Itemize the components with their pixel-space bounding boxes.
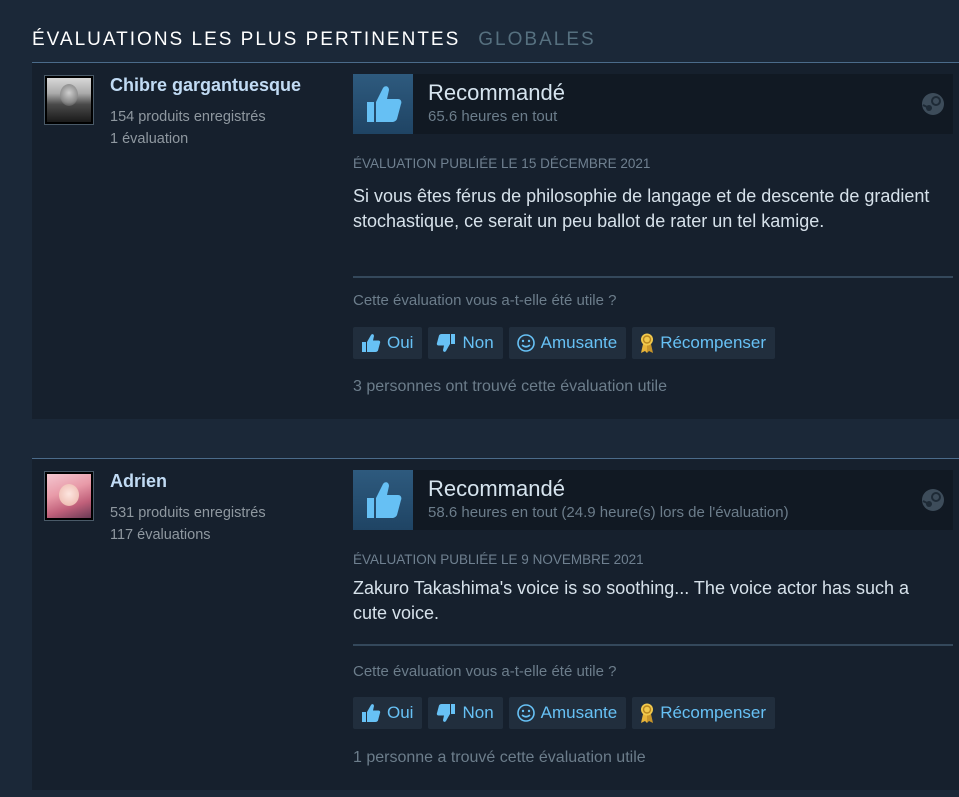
thumbs-up-icon [362, 334, 381, 352]
review-verdict: Recommandé [428, 80, 565, 105]
review-content: Si vous êtes férus de philosophie de lan… [353, 186, 930, 231]
award-button[interactable]: Récompenser [632, 327, 776, 359]
smiley-icon [516, 704, 535, 722]
review-card: Chibre gargantuesque 154 produits enregi… [32, 62, 959, 419]
posted-date: Évaluation publiée le 15 décembre 2021 [353, 156, 651, 171]
steam-logo-icon [922, 489, 944, 511]
section-title: Évaluations les plus pertinentes [32, 29, 461, 50]
divider [353, 276, 953, 278]
author-name[interactable]: Chibre gargantuesque [110, 75, 301, 96]
author-name[interactable]: Adrien [110, 471, 167, 492]
author-meta: 531 produits enregistrés 117 évaluations [110, 502, 266, 546]
avatar[interactable] [44, 75, 94, 125]
avatar-image [47, 78, 91, 122]
hours-played: 58.6 heures en tout (24.9 heure(s) lors … [428, 504, 789, 521]
author-products-count[interactable]: 531 produits enregistrés [110, 502, 266, 524]
vote-funny-label: Amusante [540, 703, 618, 722]
vote-header[interactable]: Recommandé 65.6 heures en tout [353, 74, 953, 134]
vote-no-button[interactable]: Non [428, 327, 503, 359]
section-filter-tab[interactable]: Globales [478, 29, 595, 51]
vote-no-label: Non [462, 703, 494, 722]
vote-yes-label: Oui [387, 703, 414, 722]
vote-header[interactable]: Recommandé 58.6 heures en tout (24.9 heu… [353, 470, 953, 530]
vote-yes-label: Oui [387, 333, 414, 352]
vote-funny-label: Amusante [540, 333, 618, 352]
hours-played: 65.6 heures en tout [428, 108, 558, 125]
author-products-count[interactable]: 154 produits enregistrés [110, 106, 266, 128]
smiley-icon [516, 334, 535, 352]
thumbs-down-icon [437, 334, 456, 352]
thumbs-up-icon [353, 470, 413, 530]
vote-funny-button[interactable]: Amusante [508, 327, 627, 359]
avatar[interactable] [44, 471, 94, 521]
reviews-page: Évaluations les plus pertinentes Globale… [0, 0, 959, 797]
helpful-question: Cette évaluation vous a-t-elle été utile… [353, 292, 617, 309]
posted-date: Évaluation publiée le 9 novembre 2021 [353, 552, 644, 567]
award-label: Récompenser [660, 333, 767, 352]
author-meta: 154 produits enregistrés 1 évaluation [110, 106, 266, 150]
award-button[interactable]: Récompenser [632, 697, 776, 729]
helpful-question: Cette évaluation vous a-t-elle été utile… [353, 663, 617, 680]
thumbs-up-icon [362, 704, 381, 722]
award-medal-icon [641, 703, 654, 723]
section-header: Évaluations les plus pertinentes Globale… [32, 29, 596, 53]
vote-yes-button[interactable]: Oui [353, 327, 423, 359]
review-card: Adrien 531 produits enregistrés 117 éval… [32, 458, 959, 790]
vote-yes-button[interactable]: Oui [353, 697, 423, 729]
author-reviews-count[interactable]: 117 évaluations [110, 524, 266, 546]
review-verdict: Recommandé [428, 476, 565, 501]
avatar-image [47, 474, 91, 518]
rating-buttons: Oui Non Amusante Récompenser [353, 327, 776, 359]
thumbs-down-icon [437, 704, 456, 722]
award-medal-icon [641, 333, 654, 353]
vote-no-button[interactable]: Non [428, 697, 503, 729]
thumbs-up-icon [353, 74, 413, 134]
found-helpful-count: 3 personnes ont trouvé cette évaluation … [353, 378, 667, 395]
vote-funny-button[interactable]: Amusante [508, 697, 627, 729]
found-helpful-count: 1 personne a trouvé cette évaluation uti… [353, 749, 646, 766]
rating-buttons: Oui Non Amusante Récompenser [353, 697, 776, 729]
award-label: Récompenser [660, 703, 767, 722]
steam-logo-icon [922, 93, 944, 115]
review-content: Zakuro Takashima's voice is so soothing.… [353, 578, 910, 623]
divider [353, 644, 953, 646]
vote-no-label: Non [462, 333, 494, 352]
author-reviews-count[interactable]: 1 évaluation [110, 128, 266, 150]
